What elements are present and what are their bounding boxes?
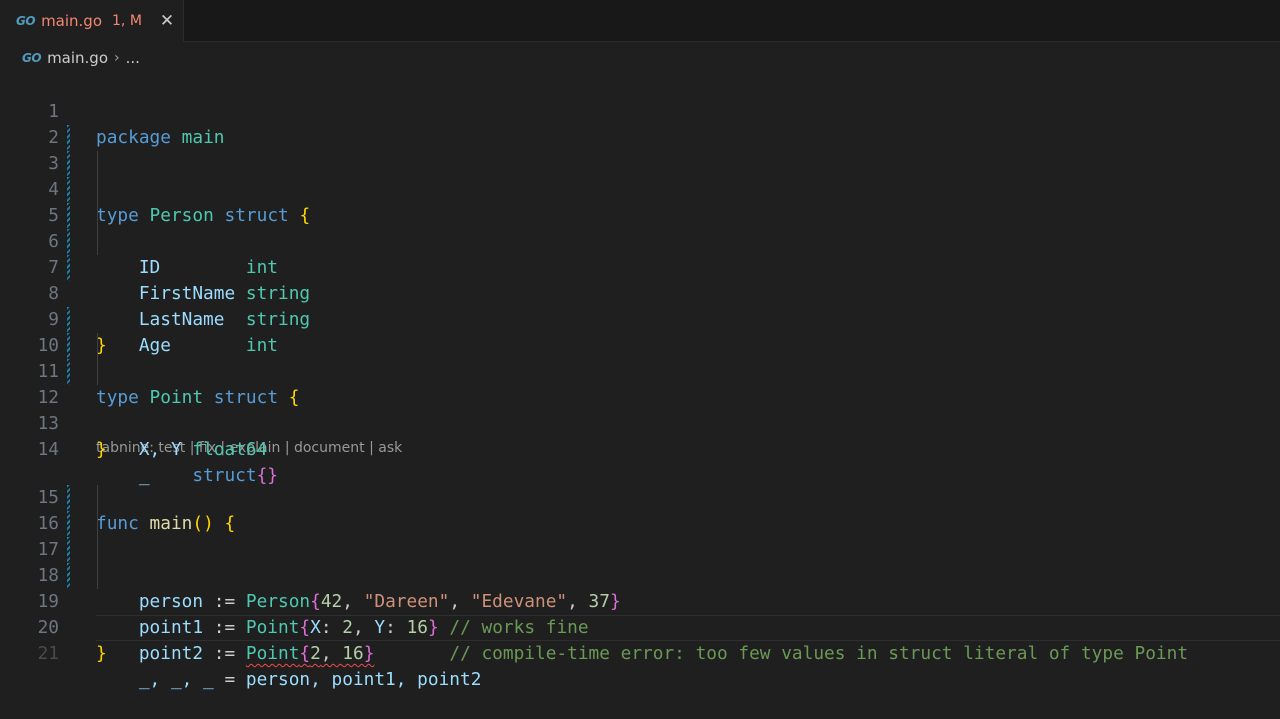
code-line: 8 }	[0, 255, 1280, 356]
code-line: 18 point2 := Point{2, 16} // compile-tim…	[0, 537, 1280, 664]
modified-gutter-marker[interactable]	[67, 125, 70, 151]
tab-filename: main.go	[41, 12, 103, 30]
field-name: X, Y	[138, 439, 182, 460]
go-icon: GO	[16, 14, 36, 28]
code-line: 17 point1 := Point{X: 2, Y: 16} // works…	[0, 511, 1280, 638]
modified-gutter-marker[interactable]	[67, 307, 70, 333]
indent-guide	[97, 229, 98, 255]
editor-tab-bar: GO main.go 1, M ✕	[0, 0, 1280, 42]
code-line: 15 func main() {	[0, 459, 1280, 534]
variable: point2	[138, 643, 204, 664]
error-squiggle[interactable]: Point{2, 16}	[246, 643, 375, 664]
indent-guide	[97, 485, 98, 511]
operator: :=	[203, 643, 246, 664]
variable-list: person, point1, point2	[245, 669, 482, 690]
line-content: point2 := Point{2, 16} // compile-time e…	[96, 641, 1188, 667]
code-line: 7 Age int	[0, 229, 1280, 356]
indent-guide	[97, 333, 98, 359]
operator: =	[213, 669, 246, 690]
code-line: 2	[0, 99, 1280, 148]
modified-gutter-marker[interactable]	[67, 333, 70, 359]
code-line: 11 X, Y float64	[0, 333, 1280, 460]
code-line: 10 type Point struct {	[0, 307, 1280, 408]
brace: }	[96, 643, 107, 664]
go-icon: GO	[22, 51, 42, 65]
modified-gutter-marker[interactable]	[67, 151, 70, 177]
modified-gutter-marker[interactable]	[67, 563, 70, 589]
field-type: float64	[192, 439, 268, 460]
current-line-highlight	[96, 615, 1280, 641]
punct: ,	[320, 643, 343, 664]
modified-gutter-marker[interactable]	[67, 511, 70, 537]
tab-problem-status: 1, M	[112, 13, 142, 29]
indent-guide	[97, 177, 98, 203]
number: 16	[342, 643, 364, 664]
code-line: 9	[0, 281, 1280, 330]
code-line: 1 package main	[0, 73, 1280, 148]
breadcrumb: GO main.go › ...	[22, 46, 140, 70]
indent-guide	[97, 203, 98, 229]
brace: }	[96, 439, 107, 460]
code-line: 19 _, _, _ = person, point1, point2	[0, 563, 1280, 690]
code-line: 12 _ struct{}	[0, 359, 1280, 486]
breadcrumb-symbol[interactable]: ...	[126, 49, 140, 67]
code-line: 13 }	[0, 385, 1280, 460]
line-content: }	[96, 641, 107, 667]
code-line: 4 ID int	[0, 151, 1280, 278]
code-line: 5 FirstName string	[0, 177, 1280, 304]
comment: // compile-time error: too few values in…	[449, 643, 1189, 664]
number: 2	[310, 643, 321, 664]
code-line: 14	[0, 411, 1280, 460]
blank-identifiers: _, _, _	[138, 669, 214, 690]
modified-gutter-marker[interactable]	[67, 485, 70, 511]
modified-gutter-marker[interactable]	[67, 177, 70, 203]
code-line-current[interactable]: 21	[0, 615, 1280, 664]
code-line: 3 type Person struct {	[0, 125, 1280, 226]
indent-guide	[97, 359, 98, 385]
code-editor[interactable]: 1 package main 2 3 type Person struct { …	[0, 73, 1280, 690]
chevron-right-icon: ›	[114, 50, 120, 66]
modified-gutter-marker[interactable]	[67, 537, 70, 563]
indent-guide	[97, 151, 98, 177]
modified-gutter-marker[interactable]	[67, 203, 70, 229]
code-line: 6 LastName string	[0, 203, 1280, 330]
line-number: 21	[37, 643, 59, 664]
modified-gutter-marker[interactable]	[67, 359, 70, 385]
code-line: 16 person := Person{42, "Dareen", "Edeva…	[0, 485, 1280, 612]
brace: }	[363, 643, 375, 664]
modified-gutter-marker[interactable]	[67, 255, 70, 281]
line-content: _, _, _ = person, point1, point2	[96, 667, 482, 693]
code-line: 20 }	[0, 589, 1280, 664]
close-icon[interactable]: ✕	[160, 11, 174, 31]
type-name: Point	[245, 643, 300, 664]
indent-guide	[97, 563, 98, 589]
breadcrumb-file[interactable]: main.go	[47, 49, 108, 67]
indent-guide	[97, 511, 98, 537]
modified-gutter-marker[interactable]	[67, 229, 70, 255]
tab-main-go[interactable]: GO main.go 1, M ✕	[0, 0, 184, 42]
brace: {	[299, 643, 311, 664]
indent-guide	[97, 537, 98, 563]
